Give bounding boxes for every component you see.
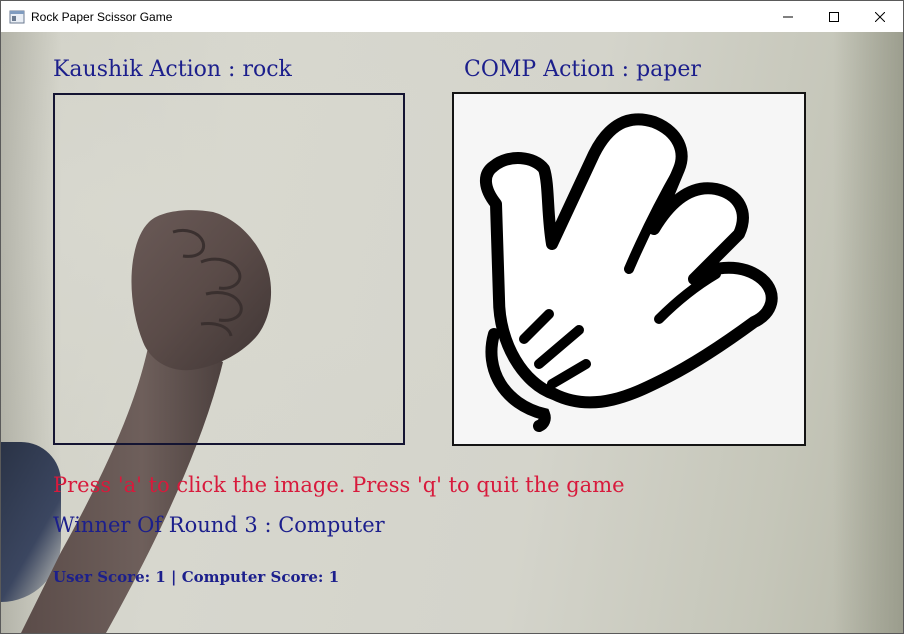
title-bar[interactable]: Rock Paper Scissor Game — [1, 1, 903, 32]
camera-frame: Kaushik Action : rock COMP Action : pape… — [1, 32, 903, 633]
window-title: Rock Paper Scissor Game — [31, 9, 173, 24]
close-icon — [875, 11, 885, 22]
score-text: User Score: 1 | Computer Score: 1 — [53, 568, 340, 586]
app-window-icon — [9, 10, 25, 23]
computer-hand-image — [452, 92, 806, 446]
round-winner-text: Winner Of Round 3 : Computer — [53, 513, 385, 537]
paper-hand-icon — [480, 113, 778, 432]
app-window: Rock Paper Scissor Game Kaushik Action:… — [0, 0, 904, 634]
maximize-icon — [829, 11, 839, 22]
user-capture-box — [53, 93, 405, 445]
minimize-icon — [783, 16, 793, 17]
user-action-label: Kaushik Action : rock — [53, 57, 292, 82]
window-controls — [765, 1, 903, 32]
computer-action-label: COMP Action : paper — [464, 57, 701, 82]
maximize-button[interactable] — [811, 1, 857, 32]
close-button[interactable] — [857, 1, 903, 32]
minimize-button[interactable] — [765, 1, 811, 32]
instruction-text: Press 'a' to click the image. Press 'q' … — [53, 473, 625, 497]
